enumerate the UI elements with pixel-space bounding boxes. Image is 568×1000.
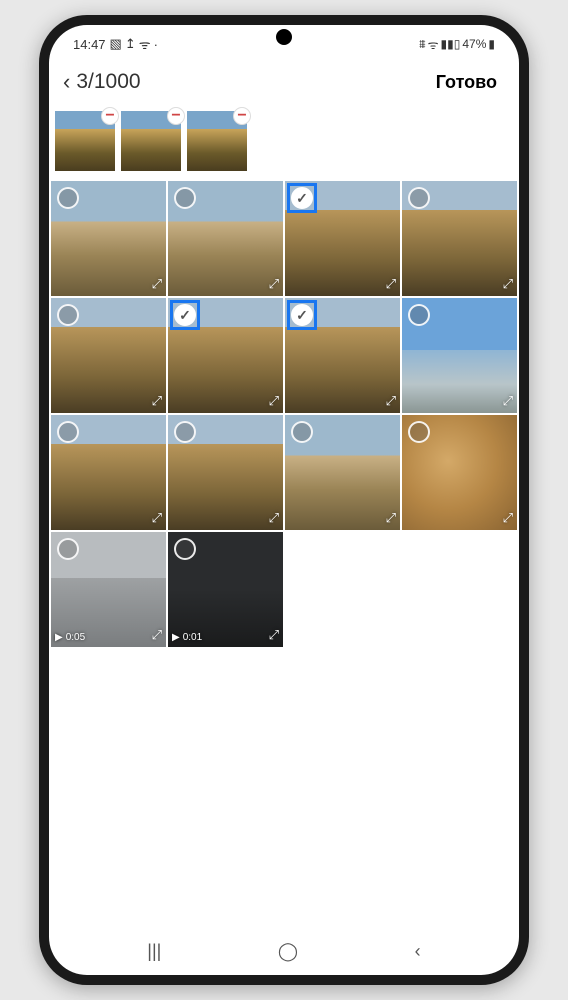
done-button[interactable]: Готово — [436, 72, 497, 93]
status-left-icons: ▧ ↥ ᯤ · — [110, 35, 158, 53]
selection-checkbox[interactable] — [57, 538, 79, 560]
expand-icon[interactable]: ⤢ — [503, 276, 513, 292]
photo-grid: ⤢⤢✓⤢⤢⤢✓⤢✓⤢⤢⤢⤢⤢⤢⤢▶0:05⤢▶0:01 — [49, 181, 519, 647]
camera-notch — [276, 29, 292, 45]
expand-icon[interactable]: ⤢ — [152, 393, 162, 409]
expand-icon[interactable]: ⤢ — [503, 393, 513, 409]
grid-item[interactable]: ⤢ — [168, 415, 283, 530]
wifi-icon: ᯤ — [428, 36, 439, 53]
back-nav-button[interactable]: ‹ — [415, 941, 421, 962]
grid-item[interactable]: ✓⤢ — [168, 298, 283, 413]
battery-icon: ▮ — [488, 37, 495, 51]
grid-item[interactable]: ⤢ — [51, 298, 166, 413]
grid-item[interactable]: ⤢ — [402, 298, 517, 413]
expand-icon[interactable]: ⤢ — [269, 627, 279, 643]
phone-screen: 14:47 ▧ ↥ ᯤ · ⩩ ᯤ ▮▮▯ 47% ▮ ‹ 3/1000 — [49, 25, 519, 975]
expand-icon[interactable]: ⤢ — [269, 276, 279, 292]
video-duration: 0:01 — [183, 632, 202, 643]
grid-item[interactable]: ⤢ ▶0:05 — [51, 532, 166, 647]
wifi-small-icon: ᯤ — [139, 35, 151, 53]
grid-item[interactable]: ⤢ — [402, 415, 517, 530]
play-icon: ▶ — [55, 632, 63, 643]
selected-thumb[interactable]: − — [187, 111, 247, 171]
grid-item[interactable]: ⤢ — [402, 181, 517, 296]
grid-item[interactable]: ⤢ — [285, 415, 400, 530]
vibrate-icon: ⩩ — [419, 37, 425, 52]
image-icon: ▧ — [110, 36, 122, 52]
phone-frame: 14:47 ▧ ↥ ᯤ · ⩩ ᯤ ▮▮▯ 47% ▮ ‹ 3/1000 — [39, 15, 529, 985]
selection-checkbox[interactable] — [408, 421, 430, 443]
selected-thumb[interactable]: − — [55, 111, 115, 171]
selection-checkbox[interactable] — [408, 304, 430, 326]
selection-checkbox[interactable] — [57, 304, 79, 326]
grid-item[interactable]: ✓⤢ — [285, 298, 400, 413]
grid-item[interactable]: ⤢ — [168, 181, 283, 296]
signal-icon: ▮▮▯ — [441, 37, 461, 51]
selected-strip: − − − — [49, 107, 519, 181]
play-icon: ▶ — [172, 632, 180, 643]
expand-icon[interactable]: ⤢ — [386, 393, 396, 409]
battery-text: 47% — [462, 37, 486, 51]
check-icon: ✓ — [179, 307, 191, 324]
selection-checkbox[interactable]: ✓ — [291, 304, 313, 326]
expand-icon[interactable]: ⤢ — [152, 627, 162, 643]
expand-icon[interactable]: ⤢ — [152, 510, 162, 526]
video-duration-badge: ▶0:01 — [172, 632, 202, 643]
selection-checkbox[interactable] — [174, 421, 196, 443]
video-duration: 0:05 — [66, 632, 85, 643]
recents-button[interactable]: ||| — [147, 941, 161, 962]
selection-checkbox[interactable] — [174, 538, 196, 560]
expand-icon[interactable]: ⤢ — [503, 510, 513, 526]
grid-item[interactable]: ⤢ ▶0:01 — [168, 532, 283, 647]
expand-icon[interactable]: ⤢ — [269, 510, 279, 526]
expand-icon[interactable]: ⤢ — [269, 393, 279, 409]
check-icon: ✓ — [296, 190, 308, 207]
expand-icon[interactable]: ⤢ — [386, 510, 396, 526]
expand-icon[interactable]: ⤢ — [152, 276, 162, 292]
expand-icon[interactable]: ⤢ — [386, 276, 396, 292]
check-icon: ✓ — [296, 307, 308, 324]
selection-checkbox[interactable] — [57, 187, 79, 209]
selection-checkbox[interactable] — [408, 187, 430, 209]
selection-counter: 3/1000 — [76, 70, 140, 94]
remove-button[interactable]: − — [233, 107, 251, 125]
selection-checkbox[interactable]: ✓ — [291, 187, 313, 209]
navigation-bar: ||| ◯ ‹ — [49, 927, 519, 975]
grid-item[interactable]: ⤢ — [51, 181, 166, 296]
upload-icon: ↥ — [125, 36, 136, 52]
remove-button[interactable]: − — [101, 107, 119, 125]
dot-icon: · — [154, 37, 158, 52]
back-button[interactable]: ‹ — [63, 69, 70, 95]
selection-checkbox[interactable] — [291, 421, 313, 443]
app-header: ‹ 3/1000 Готово — [49, 57, 519, 107]
remove-button[interactable]: − — [167, 107, 185, 125]
video-duration-badge: ▶0:05 — [55, 632, 85, 643]
selected-thumb[interactable]: − — [121, 111, 181, 171]
selection-checkbox[interactable]: ✓ — [174, 304, 196, 326]
selection-checkbox[interactable] — [57, 421, 79, 443]
home-button[interactable]: ◯ — [278, 941, 298, 962]
grid-item[interactable]: ✓⤢ — [285, 181, 400, 296]
selection-checkbox[interactable] — [174, 187, 196, 209]
grid-item[interactable]: ⤢ — [51, 415, 166, 530]
status-time: 14:47 — [73, 37, 106, 52]
